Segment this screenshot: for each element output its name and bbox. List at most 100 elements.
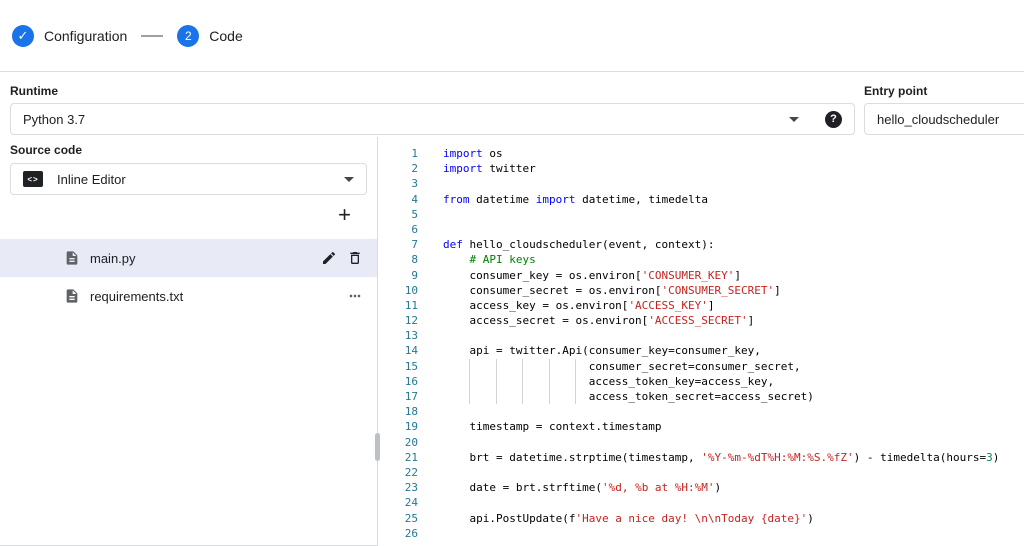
add-file-button[interactable]: +	[338, 204, 351, 226]
line-number: 20	[378, 435, 418, 450]
code-line: 25 api.PostUpdate(f'Have a nice day! \n\…	[378, 511, 1024, 526]
code-line: 12 access_secret = os.environ['ACCESS_SE…	[378, 313, 1024, 328]
line-number: 22	[378, 465, 418, 480]
code-line: 26	[378, 526, 1024, 541]
code-line: 8 # API keys	[378, 252, 1024, 267]
runtime-value: Python 3.7	[23, 112, 85, 127]
line-number: 15	[378, 359, 418, 374]
code-line: 10 consumer_secret = os.environ['CONSUME…	[378, 283, 1024, 298]
file-row[interactable]: requirements.txt	[0, 277, 377, 315]
indent-guide	[549, 374, 550, 389]
line-number: 8	[378, 252, 418, 267]
indent-guide	[496, 389, 497, 404]
code-text: # API keys	[443, 252, 536, 267]
runtime-field: Runtime Python 3.7 ?	[10, 84, 855, 135]
indent-guide	[575, 359, 576, 374]
line-number: 16	[378, 374, 418, 389]
code-text: access_token_key=access_key,	[443, 374, 774, 389]
entry-point-field: Entry point hello_cloudscheduler	[864, 84, 1024, 135]
code-line: 5	[378, 207, 1024, 222]
code-line: 1 import os	[378, 146, 1024, 161]
more-file-button[interactable]	[347, 288, 363, 304]
code-text: api.PostUpdate(f'Have a nice day! \n\nTo…	[443, 511, 814, 526]
file-actions	[321, 250, 363, 266]
line-number: 18	[378, 404, 418, 419]
line-number: 17	[378, 389, 418, 404]
source-type-value: Inline Editor	[57, 172, 126, 187]
code-line: 23 date = brt.strftime('%d, %b at %H:%M'…	[378, 480, 1024, 495]
entry-point-input[interactable]: hello_cloudscheduler	[864, 103, 1024, 135]
document-icon	[64, 288, 80, 304]
line-number: 5	[378, 207, 418, 222]
line-number: 12	[378, 313, 418, 328]
file-name: main.py	[90, 251, 136, 266]
step-configuration[interactable]: ✓ Configuration	[12, 25, 127, 47]
code-line: 24	[378, 495, 1024, 510]
code-text: api = twitter.Api(consumer_key=consumer_…	[443, 343, 761, 358]
code-line: 4from datetime import datetime, timedelt…	[378, 192, 1024, 207]
help-icon[interactable]: ?	[825, 111, 842, 128]
indent-guide	[522, 359, 523, 374]
step-code[interactable]: 2 Code	[177, 25, 242, 47]
code-text: access_key = os.environ['ACCESS_KEY']	[443, 298, 715, 313]
code-text: access_secret = os.environ['ACCESS_SECRE…	[443, 313, 754, 328]
runtime-select[interactable]: Python 3.7 ?	[10, 103, 855, 135]
chevron-down-icon	[789, 117, 799, 122]
code-section: Source code <> Inline Editor + main.pyre…	[0, 137, 1024, 546]
code-editor[interactable]: 1 import os 2 import twitter 34from datetime…	[378, 137, 1024, 546]
delete-trash-icon	[347, 250, 363, 266]
file-row[interactable]: main.py	[0, 239, 377, 277]
runtime-label: Runtime	[10, 84, 855, 98]
entry-point-label: Entry point	[864, 84, 1024, 98]
indent-guide	[575, 389, 576, 404]
step-code-number: 2	[177, 25, 199, 47]
code-text: access_token_secret=access_secret)	[443, 389, 814, 404]
line-number: 9	[378, 268, 418, 283]
line-number: 26	[378, 526, 418, 541]
step-connector	[141, 35, 163, 37]
line-number: 1	[378, 146, 418, 161]
indent-guide	[496, 359, 497, 374]
code-line: 6	[378, 222, 1024, 237]
indent-guide	[575, 374, 576, 389]
source-type-select[interactable]: <> Inline Editor	[10, 163, 367, 195]
chevron-down-icon	[344, 177, 354, 182]
code-text: def hello_cloudscheduler(event, context)…	[443, 237, 715, 252]
code-text: consumer_key = os.environ['CONSUMER_KEY'…	[443, 268, 741, 283]
indent-guide	[469, 374, 470, 389]
document-icon	[64, 250, 80, 266]
line-number: 2	[378, 161, 418, 176]
code-line: 22	[378, 465, 1024, 480]
code-text: import twitter	[443, 161, 536, 176]
line-number: 21	[378, 450, 418, 465]
code-text: consumer_secret=consumer_secret,	[443, 359, 801, 374]
code-text: timestamp = context.timestamp	[443, 419, 662, 434]
code-line: 13	[378, 328, 1024, 343]
step-configuration-label: Configuration	[44, 28, 127, 44]
code-line: 21 brt = datetime.strptime(timestamp, '%…	[378, 450, 1024, 465]
stepper: ✓ Configuration 2 Code	[0, 0, 1024, 72]
create-function-page: ✓ Configuration 2 Code Runtime Python 3.…	[0, 0, 1024, 546]
line-number: 14	[378, 343, 418, 358]
file-actions	[347, 288, 363, 304]
code-text: date = brt.strftime('%d, %b at %H:%M')	[443, 480, 721, 495]
indent-guide	[522, 374, 523, 389]
code-line: 16 access_token_key=access_key,	[378, 374, 1024, 389]
scrollbar-thumb[interactable]	[375, 433, 380, 461]
edit-pencil-icon	[321, 250, 337, 266]
line-number: 3	[378, 176, 418, 191]
code-line: 11 access_key = os.environ['ACCESS_KEY']	[378, 298, 1024, 313]
code-line: 9 consumer_key = os.environ['CONSUMER_KE…	[378, 268, 1024, 283]
code-line: 19 timestamp = context.timestamp	[378, 419, 1024, 434]
code-line: 3	[378, 176, 1024, 191]
code-text: brt = datetime.strptime(timestamp, '%Y-%…	[443, 450, 999, 465]
edit-file-button[interactable]	[321, 250, 337, 266]
step-complete-check-icon: ✓	[12, 25, 34, 47]
delete-file-button[interactable]	[347, 250, 363, 266]
step-code-label: Code	[209, 28, 242, 44]
code-icon: <>	[23, 171, 43, 187]
source-code-panel: Source code <> Inline Editor + main.pyre…	[0, 137, 378, 546]
code-text: import os	[443, 146, 503, 161]
line-number: 24	[378, 495, 418, 510]
file-list: main.py requirements.txt	[0, 239, 377, 315]
